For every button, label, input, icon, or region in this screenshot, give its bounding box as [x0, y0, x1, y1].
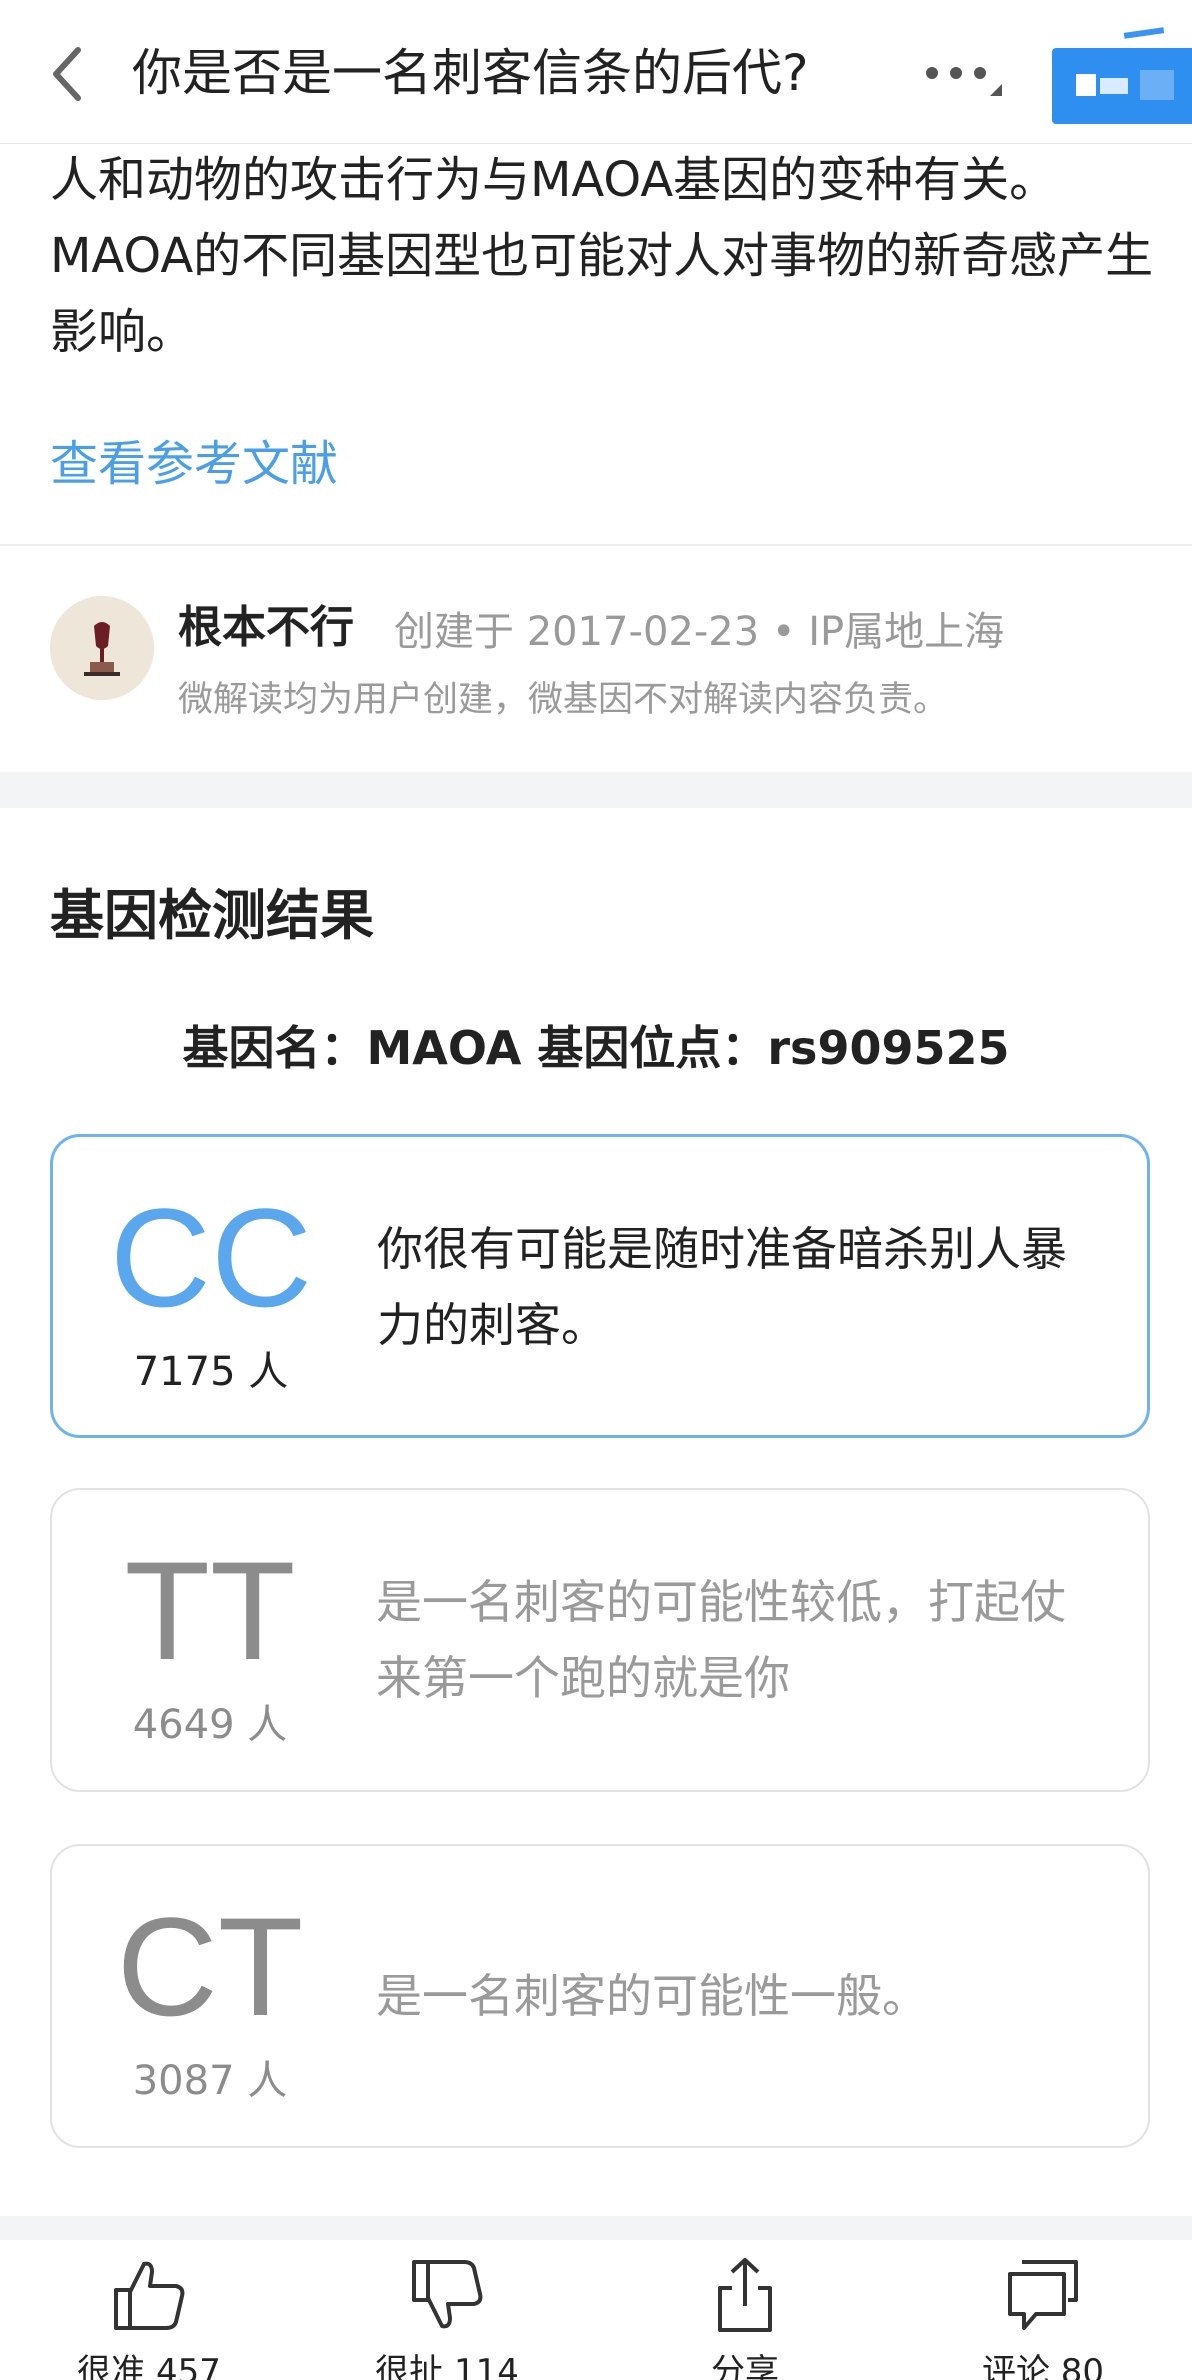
blurred-badge	[1052, 48, 1192, 124]
section-divider	[0, 2216, 1192, 2240]
bottom-action-bar: 很准 457 很扯 114 分享 评论 80	[0, 2240, 1192, 2380]
like-label: 很准 457	[77, 2352, 221, 2380]
like-button[interactable]: 很准 457	[0, 2240, 298, 2380]
genotype-count: 3087 人	[132, 2058, 288, 2104]
share-icon	[718, 2258, 772, 2332]
reference-link[interactable]: 查看参考文献	[50, 426, 338, 502]
genotype-description: 是一名刺客的可能性较低，打起仗来第一个跑的就是你	[376, 1575, 1066, 1705]
genotype-code: CT	[116, 1888, 304, 2045]
disclaimer-text: 微解读均为用户创建，微基因不对解读内容负责。	[178, 680, 949, 720]
chevron-left-icon[interactable]	[48, 44, 88, 104]
avatar[interactable]	[50, 596, 154, 700]
genotype-count: 4649 人	[132, 1702, 288, 1748]
genotype-description: 是一名刺客的可能性一般。	[376, 1969, 928, 2023]
divider	[0, 544, 1192, 546]
genotype-card-tt[interactable]: TT 4649 人 是一名刺客的可能性较低，打起仗来第一个跑的就是你	[50, 1488, 1150, 1792]
genotype-count: 7175 人	[133, 1349, 289, 1395]
page-title: 你是否是一名刺客信条的后代?	[132, 44, 809, 102]
dislike-label: 很扯 114	[375, 2352, 519, 2380]
article-text: 人和动物的攻击行为与MAOA基因的变种有关。MAOA的不同基因型也可能对人对事物…	[50, 152, 1154, 360]
thumbs-up-icon	[114, 2261, 185, 2330]
gene-info: 基因名：MAOA 基因位点：rs909525	[182, 1021, 1010, 1075]
genotype-description: 你很有可能是随时准备暗杀别人暴力的刺客。	[377, 1222, 1067, 1352]
author-name[interactable]: 根本不行	[178, 598, 354, 658]
page: 你是否是一名刺客信条的后代? 人和动物的攻击行为与MAOA基因的变种有关。MAO…	[0, 0, 1192, 2380]
author-meta: 创建于 2017-02-23 • IP属地上海	[394, 609, 1005, 655]
genotype-code: TT	[124, 1532, 296, 1689]
dislike-button[interactable]: 很扯 114	[298, 2240, 596, 2380]
corner-mark	[990, 84, 1002, 96]
top-nav-bar: 你是否是一名刺客信条的后代?	[0, 0, 1192, 144]
share-label: 分享	[711, 2352, 779, 2380]
section-title: 基因检测结果	[50, 884, 374, 947]
thumbs-down-icon	[412, 2260, 483, 2329]
section-divider	[0, 772, 1192, 808]
genotype-card-ct[interactable]: CT 3087 人 是一名刺客的可能性一般。	[50, 1844, 1150, 2148]
comment-label: 评论 80	[981, 2352, 1105, 2380]
comment-icon	[1008, 2260, 1078, 2330]
genotype-card-cc[interactable]: CC 7175 人 你很有可能是随时准备暗杀别人暴力的刺客。	[50, 1134, 1150, 1438]
overlay-tab	[1123, 27, 1165, 39]
genotype-code: CC	[109, 1179, 313, 1336]
comment-button[interactable]: 评论 80	[894, 2240, 1192, 2380]
share-button[interactable]: 分享	[596, 2240, 894, 2380]
